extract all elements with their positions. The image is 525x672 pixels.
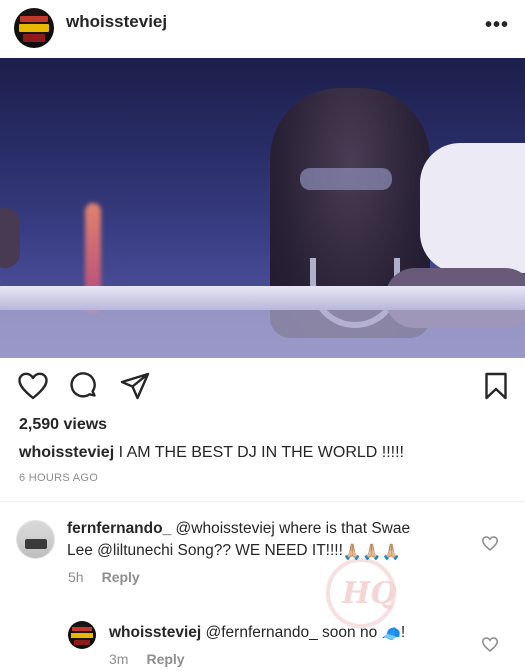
reply-heart-icon[interactable]	[482, 637, 498, 652]
share-icon[interactable]	[120, 372, 150, 400]
reply-username[interactable]: whoissteviej	[109, 624, 201, 641]
author-username[interactable]: whoissteviej	[66, 12, 167, 32]
comment-meta: 5h Reply	[68, 569, 140, 585]
video-figure-left	[0, 208, 20, 268]
video-foreground	[0, 310, 525, 358]
bookmark-icon[interactable]	[484, 372, 508, 400]
comment-icon[interactable]	[70, 372, 98, 400]
reply-button[interactable]: Reply	[146, 651, 184, 667]
divider	[0, 501, 525, 502]
reply-body-end: !	[400, 624, 406, 641]
commenter-avatar[interactable]	[16, 520, 55, 559]
author-avatar[interactable]	[14, 8, 54, 48]
heart-icon[interactable]	[18, 372, 48, 400]
cap-emoji-icon: 🧢	[381, 626, 401, 643]
action-bar	[0, 362, 525, 408]
comment-body-line1: @whoissteviej where is that Swae	[175, 520, 411, 537]
view-count[interactable]: 2,590 views	[19, 416, 107, 434]
comment-text: fernfernando_ @whoissteviej where is tha…	[67, 518, 467, 564]
comment-time: 5h	[68, 569, 84, 585]
reply-button[interactable]: Reply	[102, 569, 140, 585]
comment-body-line2: Lee @liltunechi Song?? WE NEED IT!!!!	[67, 542, 343, 559]
video-sunglasses	[300, 168, 392, 190]
caption-username[interactable]: whoissteviej	[19, 444, 114, 461]
comment-heart-icon[interactable]	[482, 536, 498, 551]
reply-avatar[interactable]	[68, 621, 96, 649]
post-video[interactable]	[0, 58, 525, 358]
video-rail	[0, 286, 525, 310]
comment-username[interactable]: fernfernando_	[67, 520, 171, 537]
pray-emoji-icon: 🙏🏼🙏🏼🙏🏼	[342, 544, 401, 561]
caption-text: I AM THE BEST DJ IN THE WORLD !!!!!	[118, 444, 404, 461]
more-options-icon[interactable]: •••	[485, 14, 509, 37]
reply-time: 3m	[109, 651, 129, 667]
reply-meta: 3m Reply	[109, 651, 185, 667]
hq-watermark-logo: HQ	[326, 558, 396, 628]
post-timestamp: 6 HOURS AGO	[19, 472, 99, 484]
reply-body: @fernfernando_ soon no	[205, 624, 378, 641]
post-header: whoissteviej •••	[0, 0, 525, 58]
post-caption: whoissteviej I AM THE BEST DJ IN THE WOR…	[19, 444, 404, 462]
video-sleeve	[420, 143, 525, 273]
reply-text: whoissteviej @fernfernando_ soon no 🧢!	[109, 622, 469, 646]
watermark-text: HQ	[342, 576, 397, 611]
